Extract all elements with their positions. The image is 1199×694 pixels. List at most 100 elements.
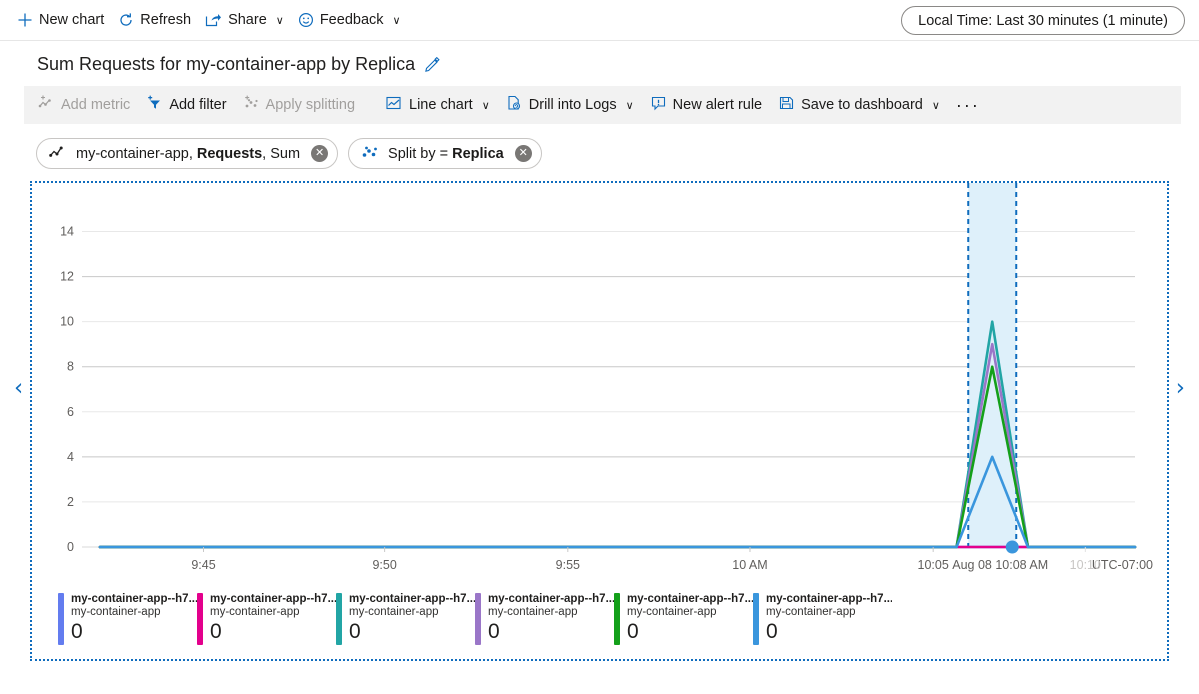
legend-item[interactable]: my-container-app--h7...my-container-app 0 [475,593,614,645]
drill-into-logs-button[interactable]: Drill into Logs ∨ [498,90,642,120]
feedback-label: Feedback [320,12,384,28]
svg-text:14: 14 [60,225,74,239]
save-to-dashboard-label: Save to dashboard [801,97,923,113]
add-filter-button[interactable]: Add filter [138,90,234,120]
share-icon [205,12,222,28]
x-axis-tick-label: 9:50 [372,558,396,572]
split-pill-close-icon[interactable]: ✕ [515,145,532,162]
more-options-button[interactable]: ··· [948,95,988,116]
svg-text:2: 2 [67,495,74,509]
svg-text:4: 4 [67,450,74,464]
legend-series-name: my-container-app--h7... [210,593,336,605]
feedback-button[interactable]: Feedback ∨ [291,5,408,35]
legend-series-name: my-container-app--h7... [627,593,753,605]
refresh-label: Refresh [140,12,191,28]
chevron-down-icon: ∨ [393,14,401,27]
previous-chart-arrow[interactable]: ‹ [14,377,23,400]
filter-pills-row: my-container-app, Requests, Sum ✕ Split … [0,124,1199,181]
apply-splitting-label: Apply splitting [266,97,355,113]
alert-icon [650,95,667,115]
add-metric-button[interactable]: Add metric [30,90,138,120]
legend-item[interactable]: my-container-app--h7...my-container-app0 [336,593,475,645]
legend-series-value: 0 [71,620,197,643]
chart-svg: 0 2 4 6 8 10 12 14 [32,183,1167,573]
chevron-down-icon: ∨ [626,99,634,112]
legend-item[interactable]: my-container-app--h7...my-container-app 0 [614,593,753,645]
chart-panel[interactable]: 02468101214 UTC-07:00 9:459:509:5510 AM1… [30,181,1169,661]
new-chart-button[interactable]: New chart [10,5,111,35]
chart-type-button[interactable]: Line chart ∨ [377,90,498,120]
metric-pill[interactable]: my-container-app, Requests, Sum ✕ [36,138,338,169]
time-range-picker[interactable]: Local Time: Last 30 minutes (1 minute) [901,6,1185,35]
svg-text:6: 6 [67,405,74,419]
save-icon [778,95,795,115]
legend-series-resource: my-container-app [488,606,614,618]
new-alert-rule-label: New alert rule [673,97,762,113]
legend-series-value: 0 [627,620,753,643]
legend-series-resource: my-container-app [627,606,753,618]
x-axis-tick-label: 10 AM [732,558,767,572]
new-alert-rule-button[interactable]: New alert rule [642,90,770,120]
add-filter-label: Add filter [169,97,226,113]
legend-item[interactable]: my-container-app--h7...my-container-app 0 [58,593,197,645]
timezone-label: UTC-07:00 [1092,558,1153,572]
plus-icon [17,12,33,28]
chart-plot-area[interactable]: 0 2 4 6 8 10 12 14 [32,183,1167,573]
legend-series-name: my-container-app--h7... [766,593,892,605]
legend-color-swatch [614,593,620,645]
refresh-button[interactable]: Refresh [111,5,198,35]
apply-splitting-button[interactable]: Apply splitting [235,90,363,120]
legend-series-name: my-container-app--h7... [349,593,475,605]
legend-series-resource: my-container-app [766,606,892,618]
next-chart-arrow[interactable]: › [1176,377,1185,400]
legend-series-resource: my-container-app [71,606,197,618]
svg-text:12: 12 [60,270,74,284]
x-axis-tick-label: 9:55 [556,558,580,572]
smiley-icon [298,12,314,28]
hover-time-label: Aug 08 10:08 AM [952,558,1048,572]
splitting-icon [243,95,260,115]
legend-series-name: my-container-app--h7... [488,593,614,605]
pencil-icon[interactable] [424,56,441,73]
refresh-icon [118,12,134,28]
legend-item[interactable]: my-container-app--h7...my-container-app 0 [753,593,892,645]
legend-color-swatch [475,593,481,645]
drill-logs-icon [506,95,523,115]
x-axis-tick-label: 10:05 [918,558,949,572]
chevron-down-icon: ∨ [482,99,490,112]
legend-series-value: 0 [349,620,475,643]
page-title: Sum Requests for my-container-app by Rep… [0,41,1199,86]
legend-series-name: my-container-app--h7... [71,593,197,605]
legend-series-value: 0 [488,620,614,643]
chevron-down-icon: ∨ [932,99,940,112]
chart-panel-wrapper: ‹ › 02468101214 UTC-07:00 9:459:509:5510… [14,181,1185,661]
add-metric-label: Add metric [61,97,130,113]
metric-pill-close-icon[interactable]: ✕ [311,145,328,162]
share-label: Share [228,12,267,28]
legend-color-swatch [753,593,759,645]
legend-item[interactable]: my-container-app--h7...my-container-app 0 [197,593,336,645]
new-chart-label: New chart [39,12,104,28]
chart-toolbar: Add metric Add filter Apply splitting Li… [24,86,1181,124]
legend-color-swatch [58,593,64,645]
svg-text:8: 8 [67,360,74,374]
split-pill[interactable]: Split by = Replica ✕ [348,138,542,169]
save-to-dashboard-button[interactable]: Save to dashboard ∨ [770,90,948,120]
chart-type-label: Line chart [409,97,473,113]
filter-icon [146,95,163,115]
legend-series-resource: my-container-app [210,606,336,618]
svg-text:10: 10 [60,315,74,329]
chart-legend: my-container-app--h7...my-container-app0… [58,593,1157,645]
share-button[interactable]: Share ∨ [198,5,291,35]
metric-pill-icon [49,146,67,162]
chevron-down-icon: ∨ [276,14,284,27]
drill-into-logs-label: Drill into Logs [529,97,617,113]
legend-series-value: 0 [766,620,892,643]
add-metric-icon [38,95,55,115]
line-chart-icon [385,95,403,115]
svg-text:0: 0 [67,540,74,554]
x-axis-tick-label: 10:10 [1070,558,1101,572]
split-pill-icon [361,145,379,163]
legend-series-value: 0 [210,620,336,643]
split-pill-label: Split by = Replica [388,146,504,162]
